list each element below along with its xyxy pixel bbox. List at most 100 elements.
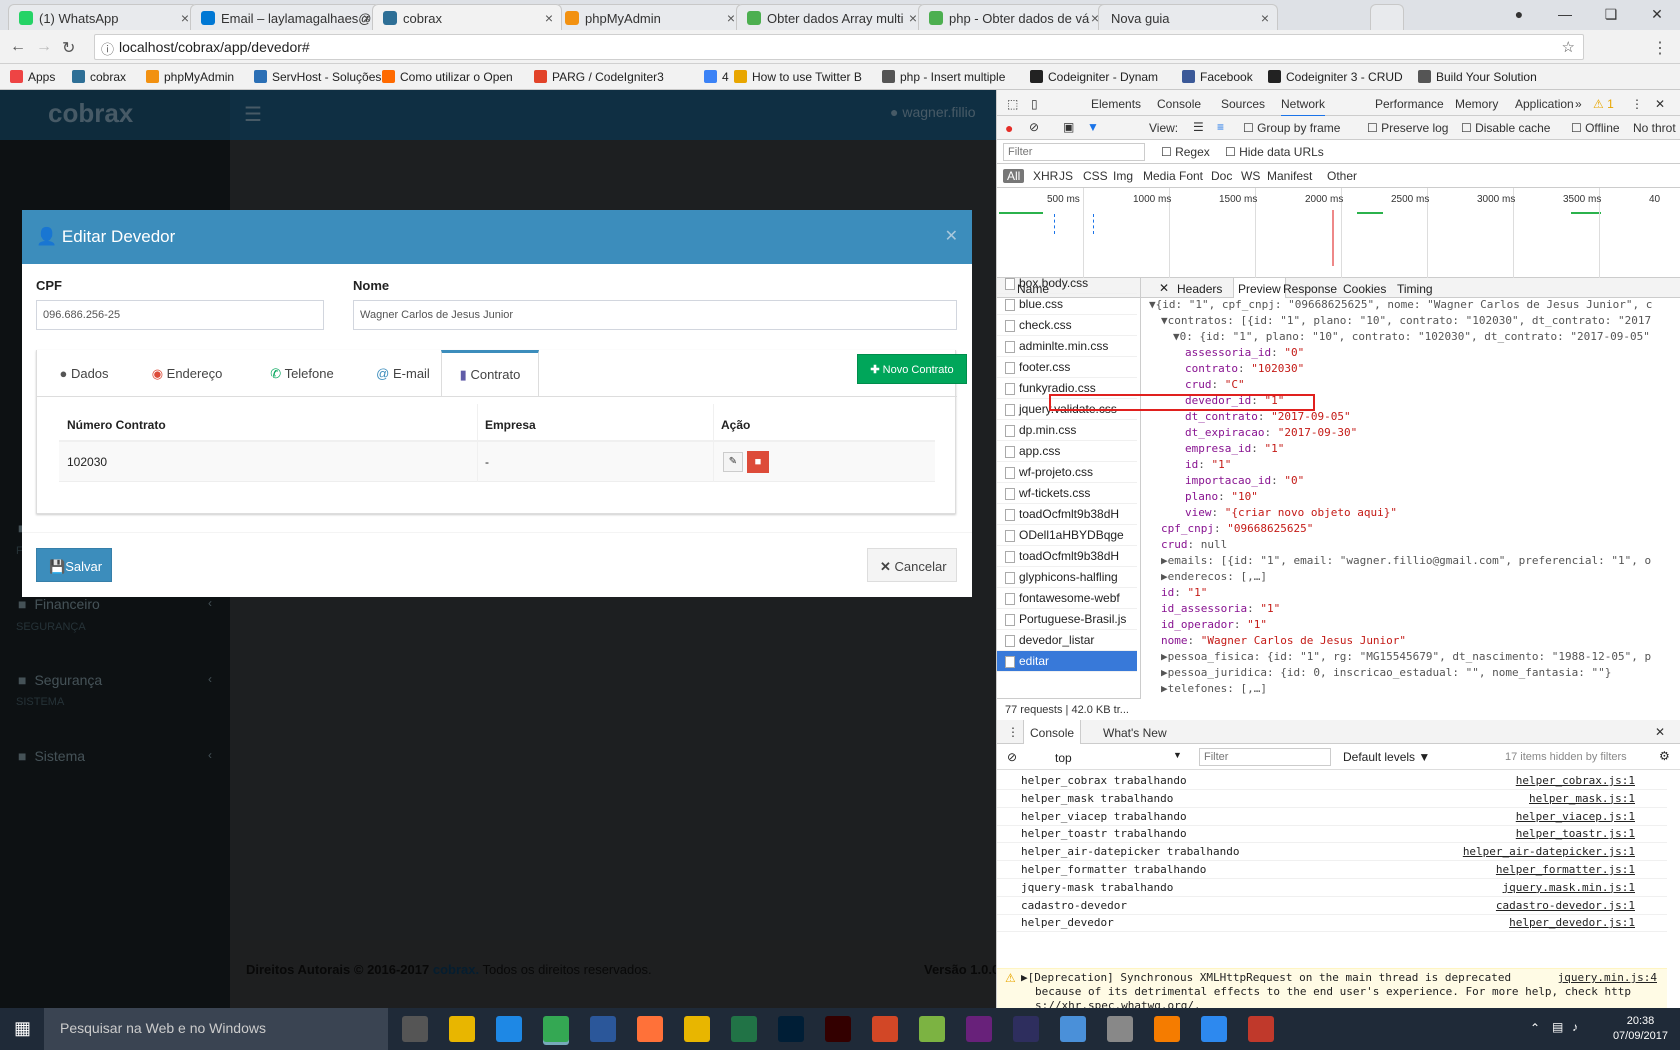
devtools-tab[interactable]: Application bbox=[1515, 97, 1574, 111]
type-filter[interactable]: Img bbox=[1113, 169, 1133, 183]
tab-dados[interactable]: ● Dados bbox=[49, 350, 119, 396]
request-row[interactable]: Portuguese-Brasil.js bbox=[997, 609, 1137, 630]
browser-tab[interactable]: phpMyAdmin × bbox=[554, 4, 744, 30]
json-line[interactable]: ▶telefones: [,…] bbox=[1161, 682, 1267, 698]
type-filter[interactable]: WS bbox=[1241, 169, 1260, 183]
tab-close-icon[interactable]: × bbox=[363, 10, 371, 26]
clear-console-icon[interactable]: ⊘ bbox=[1007, 750, 1017, 764]
console-log-source[interactable]: helper_devedor.js:1 bbox=[1509, 916, 1635, 929]
console-log-source[interactable]: helper_toastr.js:1 bbox=[1516, 827, 1635, 840]
taskbar-clock[interactable]: 20:38 07/09/2017 bbox=[1613, 1014, 1668, 1044]
browser-tab[interactable]: cobrax × bbox=[372, 4, 562, 30]
tab-telefone[interactable]: ✆ Telefone bbox=[255, 350, 349, 396]
taskbar-search[interactable]: Pesquisar na Web e no Windows bbox=[44, 1008, 388, 1050]
clear-icon[interactable]: ⊘ bbox=[1029, 120, 1039, 134]
console-log-source[interactable]: jquery.mask.min.js:1 bbox=[1503, 881, 1635, 894]
devtools-close-icon[interactable]: ✕ bbox=[1655, 97, 1665, 111]
devtools-tab[interactable]: Memory bbox=[1455, 97, 1498, 111]
app-icon[interactable] bbox=[1060, 1016, 1086, 1042]
volume-tray-icon[interactable]: ♪ bbox=[1572, 1020, 1578, 1034]
minimize-button[interactable]: — bbox=[1542, 0, 1588, 28]
request-row[interactable]: glyphicons-halfling bbox=[997, 567, 1137, 588]
console-log-source[interactable]: cadastro-devedor.js:1 bbox=[1496, 899, 1635, 912]
bookmark-item[interactable]: ServHost - Soluções e bbox=[254, 70, 391, 84]
type-filter[interactable]: XHR bbox=[1033, 169, 1058, 183]
app-icon[interactable] bbox=[1013, 1016, 1039, 1042]
url-input[interactable]: ⓘ localhost/cobrax/app/devedor# ☆ bbox=[94, 34, 1584, 60]
edit-contract-button[interactable]: ✎ bbox=[723, 452, 743, 472]
bookmark-item[interactable]: Como utilizar o Open bbox=[382, 70, 513, 84]
detail-tab[interactable]: Timing bbox=[1397, 282, 1433, 296]
waterfall-icon[interactable]: ≡ bbox=[1217, 120, 1224, 134]
drawer-menu-icon[interactable]: ⋮ bbox=[1007, 725, 1019, 739]
devtools-tab[interactable]: Elements bbox=[1091, 97, 1141, 111]
modal-close-icon[interactable]: ✕ bbox=[945, 226, 958, 246]
photoshop-icon[interactable] bbox=[778, 1016, 804, 1042]
firefox-icon[interactable] bbox=[637, 1016, 663, 1042]
request-row[interactable]: blue.css bbox=[997, 294, 1137, 315]
browser-tab[interactable]: php - Obter dados de vá × bbox=[918, 4, 1108, 30]
tab-endereco[interactable]: ◉ Endereço bbox=[133, 350, 241, 396]
hide-data-urls-checkbox[interactable]: ☐ Hide data URLs bbox=[1225, 145, 1324, 159]
json-line[interactable]: ▶emails: [{id: "1", email: "wagner.filli… bbox=[1161, 554, 1651, 570]
request-row[interactable]: ODell1aHBYDBqge bbox=[997, 525, 1137, 546]
context-dropdown-icon[interactable]: ▼ bbox=[1173, 750, 1182, 760]
bookmark-item[interactable]: cobrax bbox=[72, 70, 126, 84]
request-row[interactable]: toadOcfmlt9b38dH bbox=[997, 546, 1137, 567]
explorer-icon[interactable] bbox=[684, 1016, 710, 1042]
context-select[interactable]: top bbox=[1055, 751, 1072, 765]
request-row[interactable]: dp.min.css bbox=[997, 420, 1137, 441]
json-line[interactable]: ▶pessoa_juridica: {id: 0, inscricao_esta… bbox=[1161, 666, 1611, 682]
request-row[interactable]: devedor_listar bbox=[997, 630, 1137, 651]
detail-tab[interactable]: Cookies bbox=[1343, 282, 1386, 296]
bookmark-item[interactable]: Facebook bbox=[1182, 70, 1253, 84]
type-filter[interactable]: CSS bbox=[1083, 169, 1108, 183]
record-icon[interactable]: ● bbox=[1005, 120, 1013, 136]
bookmark-item[interactable]: php - Insert multiple bbox=[882, 70, 1005, 84]
levels-select[interactable]: Default levels ▼ bbox=[1343, 750, 1430, 764]
bookmark-item[interactable]: Build Your Solution bbox=[1418, 70, 1537, 84]
tab-console[interactable]: Console bbox=[1023, 720, 1082, 744]
tab-close-icon[interactable]: × bbox=[181, 10, 189, 26]
tab-close-icon[interactable]: × bbox=[727, 10, 735, 26]
request-row[interactable]: footer.css bbox=[997, 357, 1137, 378]
app-icon[interactable] bbox=[919, 1016, 945, 1042]
bookmark-item[interactable]: phpMyAdmin bbox=[146, 70, 234, 84]
request-row[interactable]: check.css bbox=[997, 315, 1137, 336]
task-view-icon[interactable] bbox=[402, 1016, 428, 1042]
type-filter[interactable]: Media bbox=[1143, 169, 1176, 183]
tray-chevron-icon[interactable]: ⌃ bbox=[1530, 1021, 1540, 1035]
app-icon[interactable] bbox=[449, 1016, 475, 1042]
request-row[interactable]: box.body.css bbox=[997, 278, 1137, 294]
console-log-source[interactable]: helper_mask.js:1 bbox=[1529, 792, 1635, 805]
devtools-tab[interactable]: Network bbox=[1281, 97, 1326, 117]
app-icon[interactable] bbox=[1107, 1016, 1133, 1042]
devtools-tab[interactable]: Sources bbox=[1221, 97, 1265, 111]
request-row[interactable]: toadOcfmlt9b38dH bbox=[997, 504, 1137, 525]
filter-icon[interactable]: ▼ bbox=[1087, 120, 1099, 134]
info-icon[interactable]: ⓘ bbox=[101, 39, 114, 58]
tab-whats-new[interactable]: What's New bbox=[1103, 726, 1167, 740]
tab-close-icon[interactable]: × bbox=[545, 10, 553, 26]
bookmark-item[interactable]: Apps bbox=[10, 70, 55, 84]
drawer-close-icon[interactable]: ✕ bbox=[1655, 725, 1665, 739]
bookmark-star-icon[interactable]: ☆ bbox=[1562, 38, 1575, 56]
browser-tab[interactable]: Obter dados Array multi × bbox=[736, 4, 926, 30]
app-icon[interactable] bbox=[1201, 1016, 1227, 1042]
close-window-button[interactable]: ✕ bbox=[1634, 0, 1680, 28]
maximize-button[interactable]: ❏ bbox=[1588, 0, 1634, 28]
more-tabs-icon[interactable]: » bbox=[1575, 97, 1582, 111]
type-filter[interactable]: All bbox=[1003, 169, 1025, 183]
devtools-menu-icon[interactable]: ⋮ bbox=[1631, 97, 1643, 111]
chrome-icon[interactable] bbox=[543, 1016, 569, 1042]
regex-checkbox[interactable]: ☐ Regex bbox=[1161, 145, 1210, 159]
devtools-tab[interactable]: Performance bbox=[1375, 97, 1444, 111]
forward-icon[interactable]: → bbox=[36, 38, 52, 56]
console-settings-icon[interactable]: ⚙ bbox=[1659, 749, 1670, 763]
powerpoint-icon[interactable] bbox=[872, 1016, 898, 1042]
type-filter[interactable]: JS bbox=[1059, 169, 1073, 183]
reload-icon[interactable]: ↻ bbox=[62, 38, 75, 58]
app-icon[interactable] bbox=[1154, 1016, 1180, 1042]
browser-tab[interactable]: (1) WhatsApp × bbox=[8, 4, 198, 30]
request-row[interactable]: wf-projeto.css bbox=[997, 462, 1137, 483]
